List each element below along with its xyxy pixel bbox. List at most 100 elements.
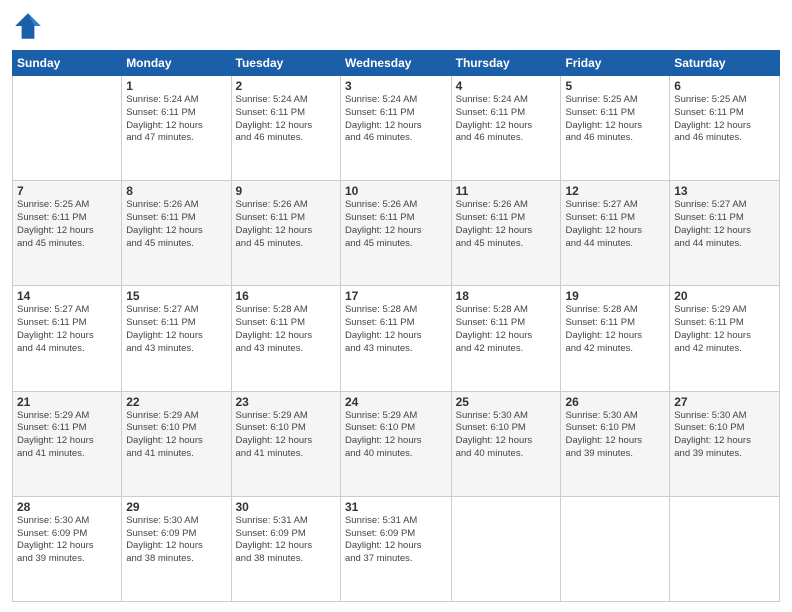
weekday-header-thursday: Thursday bbox=[451, 51, 561, 76]
day-cell: 13Sunrise: 5:27 AM Sunset: 6:11 PM Dayli… bbox=[670, 181, 780, 286]
day-cell: 12Sunrise: 5:27 AM Sunset: 6:11 PM Dayli… bbox=[561, 181, 670, 286]
week-row-1: 1Sunrise: 5:24 AM Sunset: 6:11 PM Daylig… bbox=[13, 76, 780, 181]
day-number: 3 bbox=[345, 79, 447, 93]
weekday-header-friday: Friday bbox=[561, 51, 670, 76]
day-number: 20 bbox=[674, 289, 775, 303]
day-info: Sunrise: 5:26 AM Sunset: 6:11 PM Dayligh… bbox=[345, 199, 447, 250]
day-number: 14 bbox=[17, 289, 117, 303]
day-cell: 28Sunrise: 5:30 AM Sunset: 6:09 PM Dayli… bbox=[13, 496, 122, 601]
day-cell: 4Sunrise: 5:24 AM Sunset: 6:11 PM Daylig… bbox=[451, 76, 561, 181]
week-row-5: 28Sunrise: 5:30 AM Sunset: 6:09 PM Dayli… bbox=[13, 496, 780, 601]
weekday-header-sunday: Sunday bbox=[13, 51, 122, 76]
day-cell: 15Sunrise: 5:27 AM Sunset: 6:11 PM Dayli… bbox=[122, 286, 231, 391]
day-info: Sunrise: 5:28 AM Sunset: 6:11 PM Dayligh… bbox=[565, 304, 665, 355]
day-cell: 6Sunrise: 5:25 AM Sunset: 6:11 PM Daylig… bbox=[670, 76, 780, 181]
day-number: 25 bbox=[456, 395, 557, 409]
day-number: 2 bbox=[236, 79, 336, 93]
day-cell: 24Sunrise: 5:29 AM Sunset: 6:10 PM Dayli… bbox=[340, 391, 451, 496]
weekday-header-wednesday: Wednesday bbox=[340, 51, 451, 76]
day-number: 6 bbox=[674, 79, 775, 93]
day-cell: 27Sunrise: 5:30 AM Sunset: 6:10 PM Dayli… bbox=[670, 391, 780, 496]
day-info: Sunrise: 5:24 AM Sunset: 6:11 PM Dayligh… bbox=[456, 94, 557, 145]
day-cell: 8Sunrise: 5:26 AM Sunset: 6:11 PM Daylig… bbox=[122, 181, 231, 286]
day-number: 11 bbox=[456, 184, 557, 198]
day-cell: 31Sunrise: 5:31 AM Sunset: 6:09 PM Dayli… bbox=[340, 496, 451, 601]
day-info: Sunrise: 5:24 AM Sunset: 6:11 PM Dayligh… bbox=[236, 94, 336, 145]
day-info: Sunrise: 5:31 AM Sunset: 6:09 PM Dayligh… bbox=[345, 515, 447, 566]
day-number: 7 bbox=[17, 184, 117, 198]
day-cell bbox=[13, 76, 122, 181]
day-cell: 1Sunrise: 5:24 AM Sunset: 6:11 PM Daylig… bbox=[122, 76, 231, 181]
day-number: 1 bbox=[126, 79, 226, 93]
day-number: 31 bbox=[345, 500, 447, 514]
day-info: Sunrise: 5:26 AM Sunset: 6:11 PM Dayligh… bbox=[236, 199, 336, 250]
calendar-table: SundayMondayTuesdayWednesdayThursdayFrid… bbox=[12, 50, 780, 602]
day-number: 28 bbox=[17, 500, 117, 514]
day-number: 27 bbox=[674, 395, 775, 409]
day-cell bbox=[670, 496, 780, 601]
day-info: Sunrise: 5:27 AM Sunset: 6:11 PM Dayligh… bbox=[17, 304, 117, 355]
day-info: Sunrise: 5:29 AM Sunset: 6:10 PM Dayligh… bbox=[126, 410, 226, 461]
day-info: Sunrise: 5:30 AM Sunset: 6:10 PM Dayligh… bbox=[674, 410, 775, 461]
week-row-3: 14Sunrise: 5:27 AM Sunset: 6:11 PM Dayli… bbox=[13, 286, 780, 391]
day-number: 13 bbox=[674, 184, 775, 198]
day-number: 9 bbox=[236, 184, 336, 198]
day-number: 5 bbox=[565, 79, 665, 93]
header bbox=[12, 10, 780, 42]
day-info: Sunrise: 5:29 AM Sunset: 6:11 PM Dayligh… bbox=[674, 304, 775, 355]
day-cell: 18Sunrise: 5:28 AM Sunset: 6:11 PM Dayli… bbox=[451, 286, 561, 391]
day-cell: 9Sunrise: 5:26 AM Sunset: 6:11 PM Daylig… bbox=[231, 181, 340, 286]
day-info: Sunrise: 5:28 AM Sunset: 6:11 PM Dayligh… bbox=[456, 304, 557, 355]
day-number: 10 bbox=[345, 184, 447, 198]
day-info: Sunrise: 5:25 AM Sunset: 6:11 PM Dayligh… bbox=[565, 94, 665, 145]
day-cell: 30Sunrise: 5:31 AM Sunset: 6:09 PM Dayli… bbox=[231, 496, 340, 601]
day-info: Sunrise: 5:24 AM Sunset: 6:11 PM Dayligh… bbox=[345, 94, 447, 145]
day-number: 15 bbox=[126, 289, 226, 303]
day-cell: 29Sunrise: 5:30 AM Sunset: 6:09 PM Dayli… bbox=[122, 496, 231, 601]
day-cell: 2Sunrise: 5:24 AM Sunset: 6:11 PM Daylig… bbox=[231, 76, 340, 181]
day-cell: 17Sunrise: 5:28 AM Sunset: 6:11 PM Dayli… bbox=[340, 286, 451, 391]
day-cell: 10Sunrise: 5:26 AM Sunset: 6:11 PM Dayli… bbox=[340, 181, 451, 286]
day-cell: 19Sunrise: 5:28 AM Sunset: 6:11 PM Dayli… bbox=[561, 286, 670, 391]
day-cell: 14Sunrise: 5:27 AM Sunset: 6:11 PM Dayli… bbox=[13, 286, 122, 391]
day-info: Sunrise: 5:27 AM Sunset: 6:11 PM Dayligh… bbox=[126, 304, 226, 355]
day-number: 30 bbox=[236, 500, 336, 514]
day-info: Sunrise: 5:29 AM Sunset: 6:10 PM Dayligh… bbox=[345, 410, 447, 461]
day-number: 24 bbox=[345, 395, 447, 409]
day-info: Sunrise: 5:31 AM Sunset: 6:09 PM Dayligh… bbox=[236, 515, 336, 566]
logo-icon bbox=[12, 10, 44, 42]
day-cell: 16Sunrise: 5:28 AM Sunset: 6:11 PM Dayli… bbox=[231, 286, 340, 391]
day-number: 8 bbox=[126, 184, 226, 198]
day-info: Sunrise: 5:28 AM Sunset: 6:11 PM Dayligh… bbox=[345, 304, 447, 355]
day-info: Sunrise: 5:30 AM Sunset: 6:09 PM Dayligh… bbox=[17, 515, 117, 566]
week-row-2: 7Sunrise: 5:25 AM Sunset: 6:11 PM Daylig… bbox=[13, 181, 780, 286]
day-cell bbox=[451, 496, 561, 601]
day-cell: 26Sunrise: 5:30 AM Sunset: 6:10 PM Dayli… bbox=[561, 391, 670, 496]
day-number: 16 bbox=[236, 289, 336, 303]
day-cell: 22Sunrise: 5:29 AM Sunset: 6:10 PM Dayli… bbox=[122, 391, 231, 496]
day-info: Sunrise: 5:25 AM Sunset: 6:11 PM Dayligh… bbox=[17, 199, 117, 250]
day-cell: 20Sunrise: 5:29 AM Sunset: 6:11 PM Dayli… bbox=[670, 286, 780, 391]
day-number: 21 bbox=[17, 395, 117, 409]
day-info: Sunrise: 5:28 AM Sunset: 6:11 PM Dayligh… bbox=[236, 304, 336, 355]
week-row-4: 21Sunrise: 5:29 AM Sunset: 6:11 PM Dayli… bbox=[13, 391, 780, 496]
day-info: Sunrise: 5:30 AM Sunset: 6:09 PM Dayligh… bbox=[126, 515, 226, 566]
day-number: 4 bbox=[456, 79, 557, 93]
day-number: 22 bbox=[126, 395, 226, 409]
day-number: 23 bbox=[236, 395, 336, 409]
header-row: SundayMondayTuesdayWednesdayThursdayFrid… bbox=[13, 51, 780, 76]
weekday-header-tuesday: Tuesday bbox=[231, 51, 340, 76]
day-number: 26 bbox=[565, 395, 665, 409]
day-cell: 7Sunrise: 5:25 AM Sunset: 6:11 PM Daylig… bbox=[13, 181, 122, 286]
day-info: Sunrise: 5:29 AM Sunset: 6:11 PM Dayligh… bbox=[17, 410, 117, 461]
day-number: 18 bbox=[456, 289, 557, 303]
day-info: Sunrise: 5:27 AM Sunset: 6:11 PM Dayligh… bbox=[565, 199, 665, 250]
day-number: 19 bbox=[565, 289, 665, 303]
day-cell: 11Sunrise: 5:26 AM Sunset: 6:11 PM Dayli… bbox=[451, 181, 561, 286]
day-info: Sunrise: 5:29 AM Sunset: 6:10 PM Dayligh… bbox=[236, 410, 336, 461]
day-cell: 23Sunrise: 5:29 AM Sunset: 6:10 PM Dayli… bbox=[231, 391, 340, 496]
day-info: Sunrise: 5:24 AM Sunset: 6:11 PM Dayligh… bbox=[126, 94, 226, 145]
day-cell: 25Sunrise: 5:30 AM Sunset: 6:10 PM Dayli… bbox=[451, 391, 561, 496]
day-cell bbox=[561, 496, 670, 601]
day-cell: 21Sunrise: 5:29 AM Sunset: 6:11 PM Dayli… bbox=[13, 391, 122, 496]
